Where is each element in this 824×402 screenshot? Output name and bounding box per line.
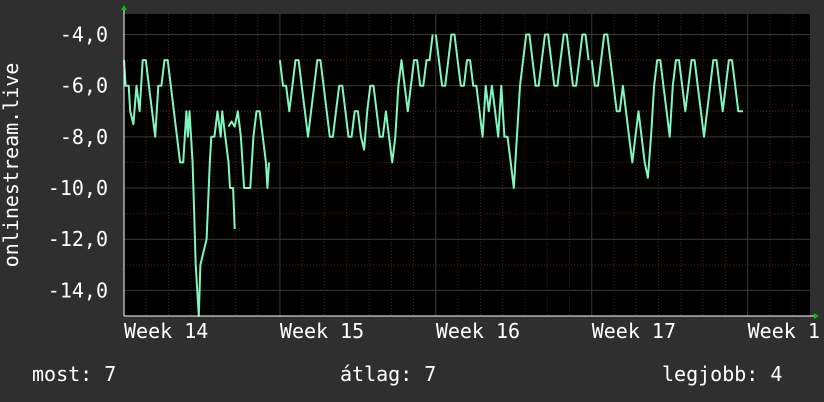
best-value: legjobb: 4 — [662, 362, 783, 386]
y-tick-label: -4,0 — [60, 22, 108, 46]
y-tick-label: -8,0 — [60, 125, 108, 149]
y-axis-arrow — [121, 5, 127, 10]
y-tick-label: -10,0 — [48, 176, 108, 200]
y-tick-label: -12,0 — [48, 227, 108, 251]
chart: -4,0 -6,0 -8,0 -10,0 -12,0 -14,0 Week 14 Week 1… — [0, 5, 820, 343]
y-tick-label: -14,0 — [48, 278, 108, 302]
x-tick-label: Week 16 — [436, 319, 520, 343]
average-value: átlag: 7 — [340, 362, 437, 386]
x-tick-label: Week 15 — [280, 319, 364, 343]
x-tick-label: Week 14 — [124, 319, 208, 343]
current-value: most: 7 — [32, 362, 117, 386]
y-axis-label: onlinestream.live — [0, 63, 23, 268]
y-tick-label: -6,0 — [60, 74, 108, 98]
x-tick-label: Week 17 — [592, 319, 676, 343]
x-tick-label: Week 1 — [748, 319, 820, 343]
